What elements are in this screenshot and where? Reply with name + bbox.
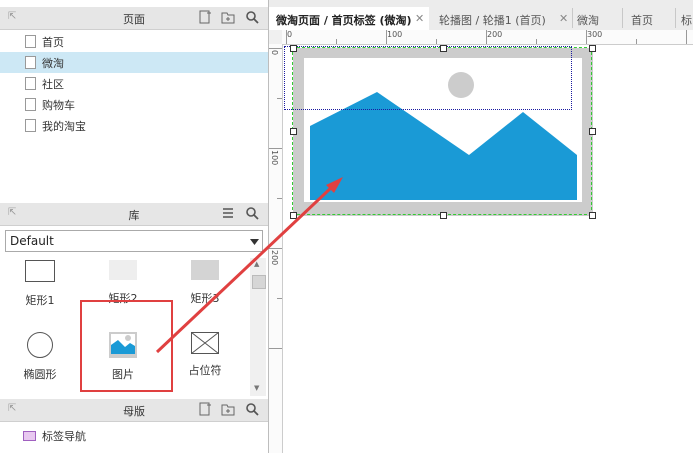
widget-label: 椭圆形 [23, 368, 57, 381]
ruler-label: 0 [270, 50, 279, 56]
page-item-mytaobao[interactable]: 我的淘宝 [0, 115, 268, 136]
vertical-ruler: 0 100 200 [269, 44, 283, 453]
tab-label: 标 [681, 14, 692, 27]
chevron-down-icon [250, 236, 259, 249]
widget-label: 矩形3 [190, 292, 220, 305]
master-item[interactable]: 标签导航 [0, 425, 268, 446]
hotspot-outline[interactable] [284, 46, 572, 110]
resize-handle[interactable] [589, 45, 596, 52]
add-master-icon[interactable] [197, 402, 213, 418]
library-select-value: Default [10, 234, 54, 248]
tab-bar: 微淘页面 / 首页标签 (微淘) ✕ 轮播图 / 轮播1 (首页) ✕ 微淘 首… [269, 0, 693, 31]
page-label: 微淘 [42, 57, 64, 70]
masters-panel-header: ⇱ 母版 [0, 399, 268, 422]
pages-panel-header: ⇱ 页面 [0, 7, 268, 30]
page-icon [25, 56, 36, 69]
widget-rect3[interactable]: 矩形3 [175, 260, 235, 306]
resize-handle[interactable] [440, 45, 447, 52]
resize-handle[interactable] [589, 212, 596, 219]
ruler-label: 200 [487, 30, 503, 39]
tab-label: 微淘页面 / 首页标签 (微淘) [276, 14, 412, 27]
library-panel-header: ⇱ 库 [0, 203, 268, 226]
page-item-weitao[interactable]: 微淘 [0, 52, 268, 73]
tab-label: 轮播图 / 轮播1 (首页) [439, 14, 546, 27]
tab-home[interactable]: 首页 [623, 7, 673, 30]
search-icon[interactable] [244, 206, 260, 222]
page-label: 我的淘宝 [42, 120, 86, 133]
add-folder-icon[interactable] [220, 10, 236, 26]
highlight-box [80, 300, 173, 392]
tab-label: 首页 [631, 14, 653, 27]
page-item-cart[interactable]: 购物车 [0, 94, 268, 115]
page-label: 首页 [42, 36, 64, 49]
page-icon [25, 77, 36, 90]
ellipse-icon [27, 332, 53, 358]
resize-handle[interactable] [290, 128, 297, 135]
library-select[interactable]: Default [5, 230, 263, 252]
horizontal-ruler: 0 100 200 300 [282, 30, 693, 45]
scroll-down-icon[interactable]: ▼ [254, 384, 259, 392]
page-icon [25, 35, 36, 48]
tab-weitao[interactable]: 微淘 [573, 7, 623, 30]
resize-handle[interactable] [290, 212, 297, 219]
ruler-label: 100 [270, 150, 279, 166]
rect-icon [191, 260, 219, 280]
ruler-label: 300 [587, 30, 603, 39]
tab-label: 微淘 [577, 14, 599, 27]
page-icon [25, 119, 36, 132]
widget-label: 矩形1 [25, 294, 55, 307]
ruler-label: 0 [287, 30, 293, 39]
tab-weitao-home[interactable]: 微淘页面 / 首页标签 (微淘) ✕ [269, 7, 429, 30]
library-scrollbar[interactable]: ▲ ▼ [250, 258, 266, 396]
ruler-corner [269, 30, 283, 45]
tab-separator [675, 8, 676, 28]
page-icon [25, 98, 36, 111]
widget-rect1[interactable]: 矩形1 [10, 260, 70, 308]
ruler-label: 100 [387, 30, 403, 39]
placeholder-icon [191, 332, 219, 354]
add-page-icon[interactable] [197, 10, 213, 26]
close-icon[interactable]: ✕ [415, 12, 424, 25]
menu-icon[interactable] [220, 206, 236, 222]
tab-more[interactable]: 标 [677, 7, 693, 30]
scroll-thumb[interactable] [252, 275, 266, 289]
resize-handle[interactable] [290, 45, 297, 52]
close-icon[interactable]: ✕ [559, 12, 568, 25]
tab-carousel[interactable]: 轮播图 / 轮播1 (首页) ✕ [433, 7, 573, 30]
page-item-home[interactable]: 首页 [0, 31, 268, 52]
add-folder-icon[interactable] [220, 402, 236, 418]
search-icon[interactable] [244, 10, 260, 26]
widget-ellipse[interactable]: 椭圆形 [10, 332, 70, 382]
scroll-up-icon[interactable]: ▲ [254, 260, 259, 268]
rect-icon [25, 260, 55, 282]
widget-label: 占位符 [188, 364, 222, 377]
search-icon[interactable] [244, 402, 260, 418]
master-label: 标签导航 [42, 430, 86, 443]
page-label: 购物车 [42, 99, 75, 112]
ruler-label: 200 [270, 250, 279, 266]
page-label: 社区 [42, 78, 64, 91]
rect-icon [109, 260, 137, 280]
master-icon [23, 431, 36, 441]
page-item-community[interactable]: 社区 [0, 73, 268, 94]
widget-placeholder[interactable]: 占位符 [175, 332, 235, 378]
resize-handle[interactable] [589, 128, 596, 135]
resize-handle[interactable] [440, 212, 447, 219]
